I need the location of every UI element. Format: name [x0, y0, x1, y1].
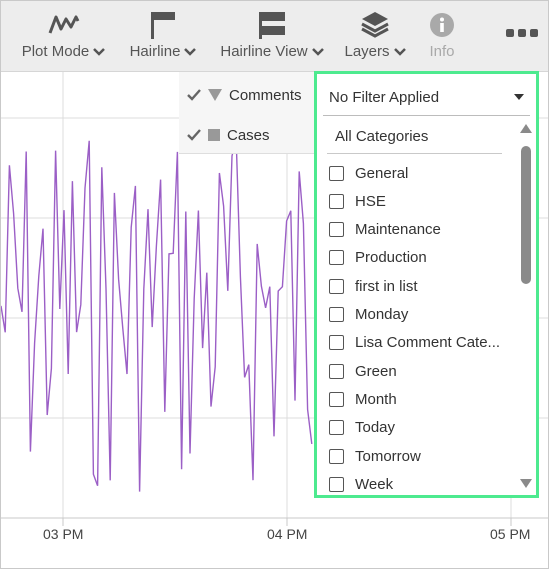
category-label: General	[355, 164, 409, 182]
category-checkbox[interactable]	[329, 420, 344, 436]
more-options-icon[interactable]	[504, 25, 540, 41]
series-line	[1, 139, 313, 492]
caret-down-icon	[514, 94, 524, 100]
category-checkbox[interactable]	[329, 476, 344, 492]
chevron-down-icon	[311, 48, 324, 56]
category-label: Week	[355, 475, 394, 493]
category-checkbox[interactable]	[329, 307, 344, 322]
category-option[interactable]: Month	[329, 385, 499, 413]
category-label: Green	[355, 362, 397, 380]
comment-category-filter: No Filter Applied All Categories General…	[314, 71, 539, 498]
info-label: Info	[429, 43, 455, 60]
category-option[interactable]: HSE	[329, 187, 499, 215]
square-icon	[208, 129, 220, 141]
hairline-flag-icon	[123, 9, 203, 41]
layer-label: Comments	[229, 86, 302, 104]
layer-item-comments[interactable]: Comments	[187, 83, 302, 107]
x-tick-label: 03 PM	[43, 526, 84, 542]
hairline-button[interactable]: Hairline	[123, 1, 203, 71]
category-label: Month	[355, 390, 397, 408]
chart-series	[1, 139, 313, 492]
category-option[interactable]: first in list	[329, 272, 499, 300]
hairline-label: Hairline	[129, 43, 181, 60]
category-label: Monday	[355, 306, 409, 323]
category-option[interactable]: Green	[329, 357, 499, 385]
category-option[interactable]: Maintenance	[329, 216, 499, 244]
category-label: Today	[355, 419, 396, 437]
category-checkbox[interactable]	[329, 363, 344, 379]
checkmark-icon	[187, 89, 201, 101]
chevron-down-icon	[393, 48, 406, 56]
category-checkbox[interactable]	[329, 278, 344, 294]
layers-label: Layers	[344, 43, 390, 60]
category-option[interactable]: Production	[329, 244, 499, 272]
plot-mode-button[interactable]: Plot Mode	[11, 1, 116, 71]
category-label: HSE	[355, 192, 386, 210]
scroll-down-arrow-icon[interactable]	[520, 479, 532, 488]
filter-selected-value: No Filter Applied	[329, 88, 440, 106]
info-icon	[417, 9, 467, 41]
category-option[interactable]: General	[329, 159, 499, 187]
toolbar: Plot Mode Hairline Hairline View Layers	[1, 1, 548, 72]
app-frame: Plot Mode Hairline Hairline View Layers	[0, 0, 549, 569]
scroll-up-arrow-icon[interactable]	[520, 124, 532, 133]
category-checkbox[interactable]	[329, 335, 344, 351]
hairline-view-button[interactable]: Hairline View	[213, 1, 331, 71]
x-tick-label: 05 PM	[490, 526, 531, 542]
layer-item-cases[interactable]: Cases	[187, 123, 270, 147]
category-option[interactable]: Lisa Comment Cate...	[329, 329, 499, 357]
layers-button[interactable]: Layers	[339, 1, 411, 71]
category-label: Production	[355, 249, 427, 267]
plot-mode-icon	[11, 9, 116, 41]
category-checkbox[interactable]	[329, 222, 344, 238]
info-button[interactable]: Info	[417, 1, 467, 71]
category-option[interactable]: Week	[329, 470, 499, 498]
category-checkbox[interactable]	[329, 193, 344, 209]
category-option[interactable]: Today	[329, 414, 499, 442]
x-tick-label: 04 PM	[267, 526, 308, 542]
chevron-down-icon	[184, 48, 197, 56]
chevron-down-icon	[93, 48, 106, 56]
category-label: Maintenance	[355, 221, 441, 239]
category-label: Tomorrow	[355, 447, 421, 465]
category-option[interactable]: Monday	[329, 301, 499, 329]
hairline-view-label: Hairline View	[220, 43, 308, 60]
plot-mode-label: Plot Mode	[21, 43, 90, 60]
triangle-icon	[208, 89, 222, 101]
layer-label: Cases	[227, 126, 270, 144]
category-label: Lisa Comment Cate...	[355, 334, 499, 352]
category-checkbox[interactable]	[329, 165, 344, 181]
category-checkbox[interactable]	[329, 250, 344, 266]
hairline-view-icon	[213, 9, 331, 41]
category-label: first in list	[355, 277, 418, 295]
all-categories-option[interactable]: All Categories	[327, 120, 502, 154]
category-checkbox[interactable]	[329, 448, 344, 464]
scrollbar-thumb[interactable]	[521, 146, 531, 284]
layers-panel: Comments Cases	[179, 72, 317, 154]
filter-select[interactable]: No Filter Applied	[323, 79, 530, 116]
checkmark-icon	[187, 129, 201, 141]
layers-icon	[339, 9, 411, 41]
category-checkbox[interactable]	[329, 391, 344, 407]
category-option[interactable]: Tomorrow	[329, 442, 499, 470]
